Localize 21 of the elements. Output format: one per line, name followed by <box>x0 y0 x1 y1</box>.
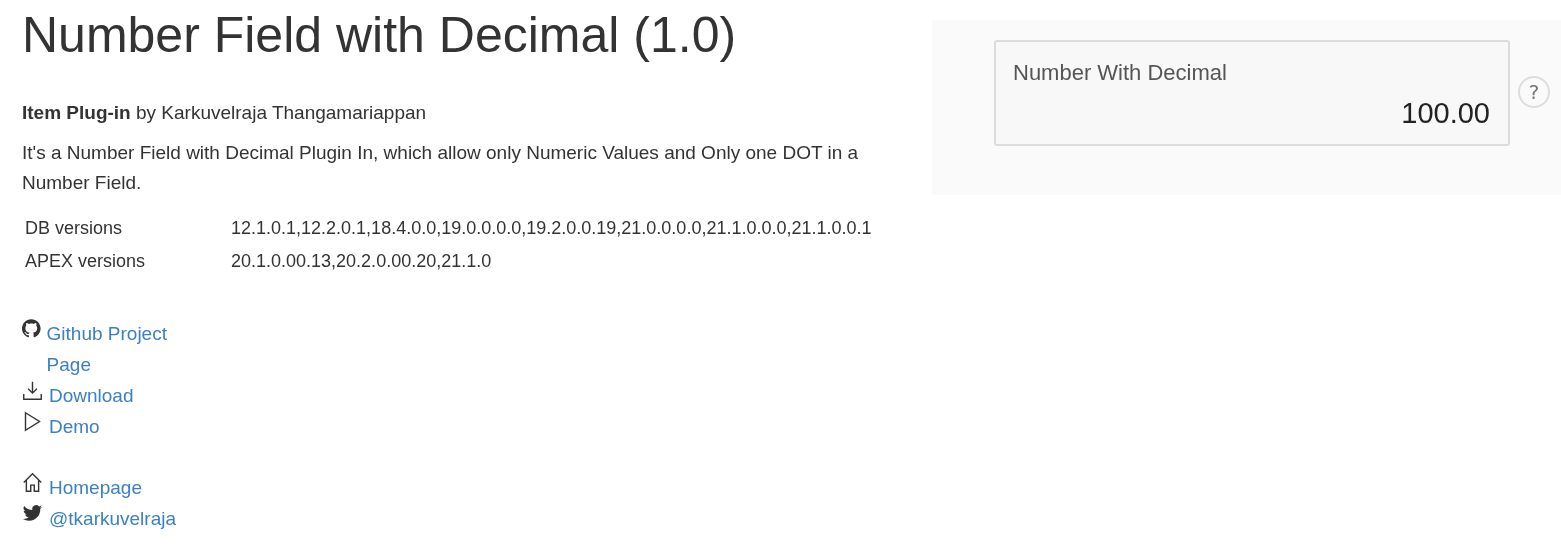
version-label: APEX versions <box>24 250 147 273</box>
description: It's a Number Field with Decimal Plugin In, which allow only Numeric Values and Only one DOT in a Number Field. <box>22 141 860 195</box>
number-input-field[interactable]: Number With Decimal 100.00 <box>994 40 1510 146</box>
field-label: Number With Decimal <box>1013 60 1228 86</box>
twitter-link[interactable]: @tkarkuvelraja <box>49 503 176 534</box>
version-value: 20.1.0.00.13,20.2.0.00.20,21.1.0 <box>230 250 493 273</box>
download-icon <box>22 380 43 401</box>
field-value: 100.00 <box>1401 97 1490 130</box>
download-link[interactable]: Download <box>49 380 134 411</box>
github-link[interactable]: Github Project Page <box>46 318 197 380</box>
home-icon <box>22 472 43 493</box>
byline: Item Plug-in by Karkuvelraja Thangamariappan <box>22 101 428 125</box>
home-link[interactable]: Homepage <box>49 472 142 503</box>
version-value: 12.1.0.1,12.2.0.1,18.4.0.0,19.0.0.0.0,19.2.0.0.19,21.0.0.0.0,21.1.0.0.0,21.1.0.0.1 <box>230 217 873 240</box>
help-button[interactable]: ? <box>1518 76 1550 108</box>
page-title: Number Field with Decimal (1.0) <box>22 6 738 64</box>
play-icon <box>22 411 43 432</box>
play-link[interactable]: Demo <box>49 411 100 442</box>
version-label: DB versions <box>24 217 124 240</box>
github-icon <box>22 318 41 339</box>
bird-icon <box>22 503 43 524</box>
